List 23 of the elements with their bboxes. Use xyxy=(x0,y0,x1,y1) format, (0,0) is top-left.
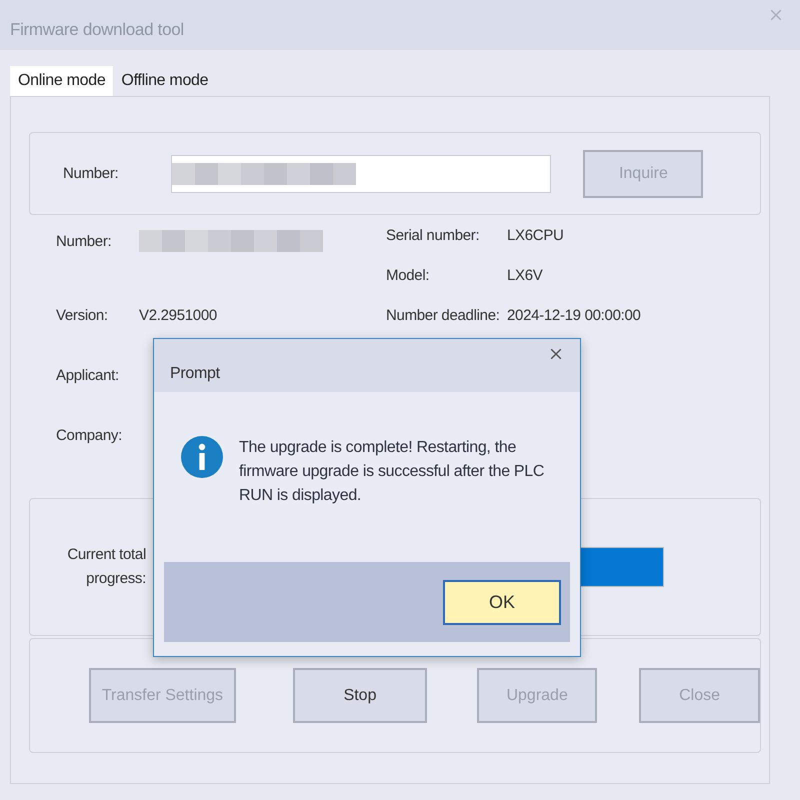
field-label: Number: xyxy=(63,165,118,182)
info-label: Number deadline: xyxy=(386,306,501,324)
info-icon xyxy=(181,436,223,478)
window-title: Firmware download tool xyxy=(10,20,184,40)
info-value: LX6V xyxy=(507,266,542,284)
info-label: Model: xyxy=(386,266,430,284)
info-value: LX6CPU xyxy=(507,226,564,244)
action-button[interactable]: Stop xyxy=(292,668,428,723)
tab[interactable]: Online mode xyxy=(10,66,114,96)
dialog-message: The upgrade is complete! Restarting, the firmware upgrade is successful after the PLC RUN is displayed. xyxy=(239,438,546,506)
info-label: Serial number: xyxy=(386,226,480,244)
info-label: Applicant: xyxy=(56,366,120,384)
close-icon[interactable] xyxy=(550,348,562,360)
info-value: V2.2951000 xyxy=(139,306,217,324)
dialog-title: Prompt xyxy=(170,364,220,382)
info-value: 2024-12-19 00:00:00 xyxy=(507,306,641,324)
ok-button[interactable]: OK xyxy=(443,580,561,624)
info-label: Number: xyxy=(56,232,112,250)
info-label: Version: xyxy=(56,306,109,324)
progress-label: Current total progress: xyxy=(66,545,146,589)
number-field[interactable] xyxy=(171,154,552,192)
tab[interactable]: Offline mode xyxy=(113,66,216,96)
info-label: Company: xyxy=(56,426,123,444)
